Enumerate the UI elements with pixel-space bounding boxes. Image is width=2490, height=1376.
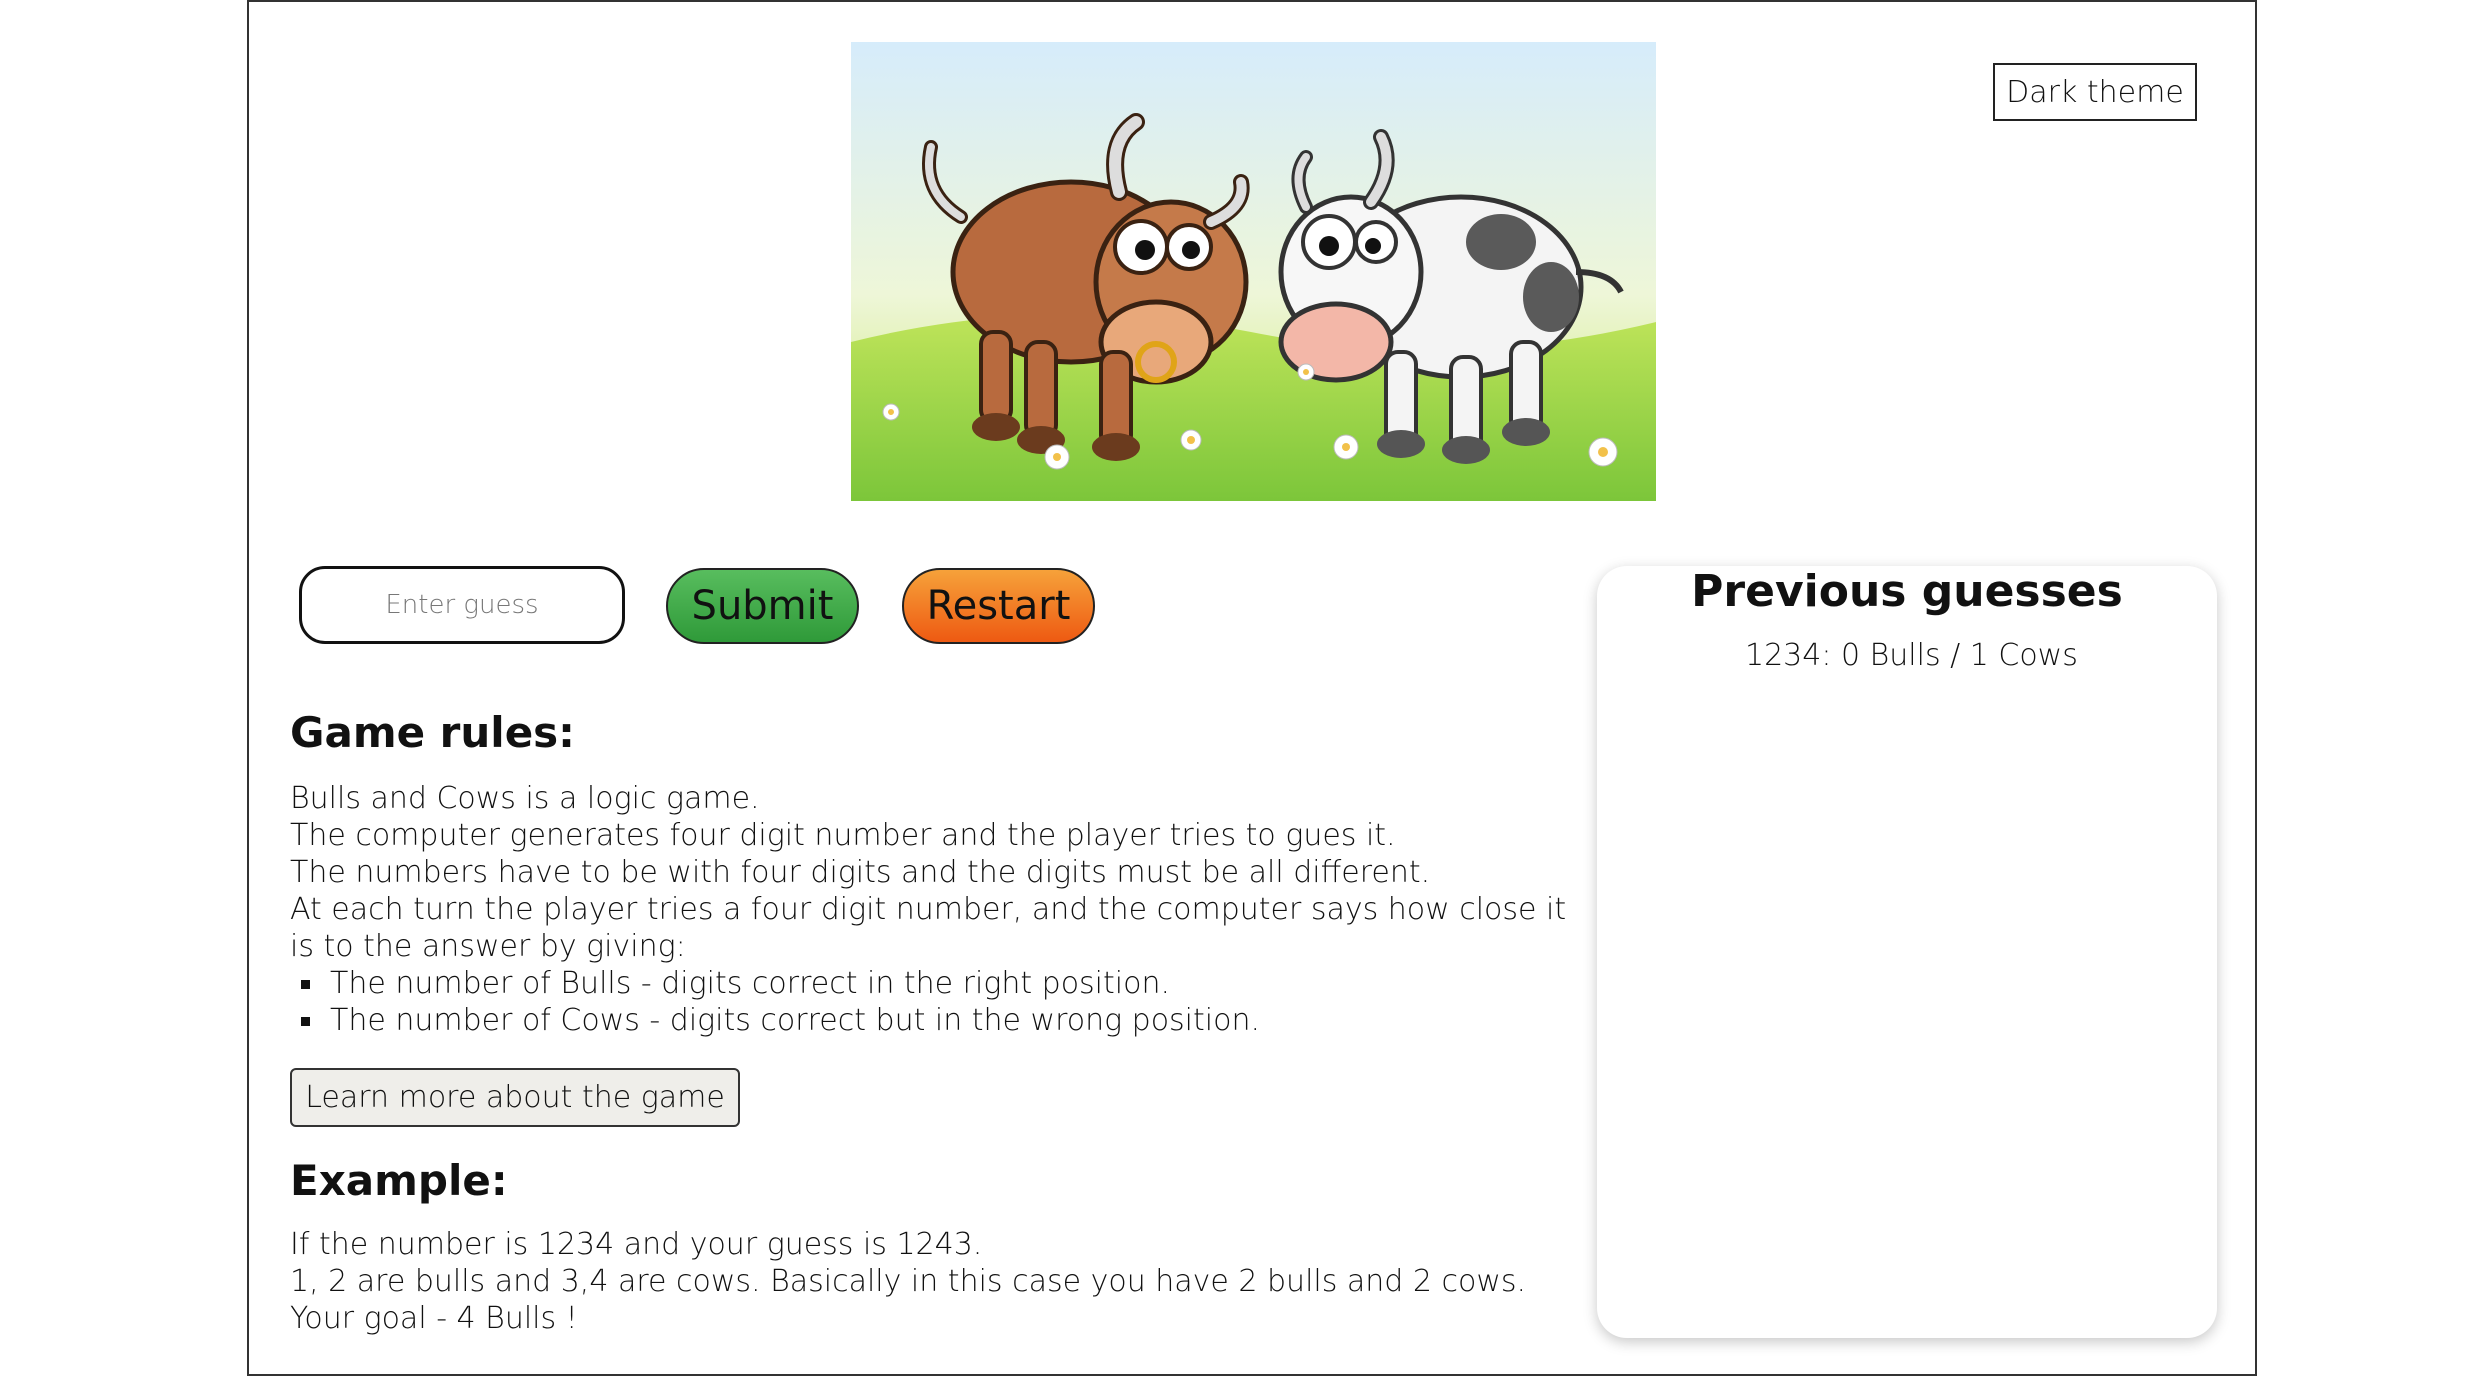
rules-title: Game rules: — [290, 708, 575, 757]
previous-guess-entry: 1234: 0 Bulls / 1 Cows — [1745, 638, 2078, 673]
rules-line: Bulls and Cows is a logic game. — [290, 781, 760, 816]
hero-illustration — [851, 42, 1656, 501]
rules-line: At each turn the player tries a four dig… — [290, 892, 1567, 964]
rules-bullet-list: The number of Bulls - digits correct in … — [290, 965, 1590, 1039]
restart-button[interactable]: Restart — [902, 568, 1095, 644]
previous-guesses-panel: Previous guesses 1234: 0 Bulls / 1 Cows — [1597, 566, 2217, 1338]
previous-guesses-title: Previous guesses — [1691, 566, 2123, 617]
dark-theme-button[interactable]: Dark theme — [1993, 63, 2197, 121]
rules-line: The computer generates four digit number… — [290, 818, 1396, 853]
guess-input[interactable] — [299, 566, 625, 644]
example-text: If the number is 1234 and your guess is … — [290, 1226, 1590, 1337]
rules-bullet: The number of Cows - digits correct but … — [290, 1002, 1590, 1039]
learn-more-button[interactable]: Learn more about the game — [290, 1068, 740, 1127]
submit-button[interactable]: Submit — [666, 568, 859, 644]
example-line: 1, 2 are bulls and 3,4 are cows. Basical… — [290, 1264, 1527, 1336]
example-line: If the number is 1234 and your guess is … — [290, 1227, 983, 1262]
rules-text: Bulls and Cows is a logic game. The comp… — [290, 780, 1590, 1039]
rules-bullet: The number of Bulls - digits correct in … — [290, 965, 1590, 1002]
example-title: Example: — [290, 1156, 508, 1205]
rules-line: The numbers have to be with four digits … — [290, 855, 1431, 890]
bull-and-cow-image — [851, 42, 1656, 501]
